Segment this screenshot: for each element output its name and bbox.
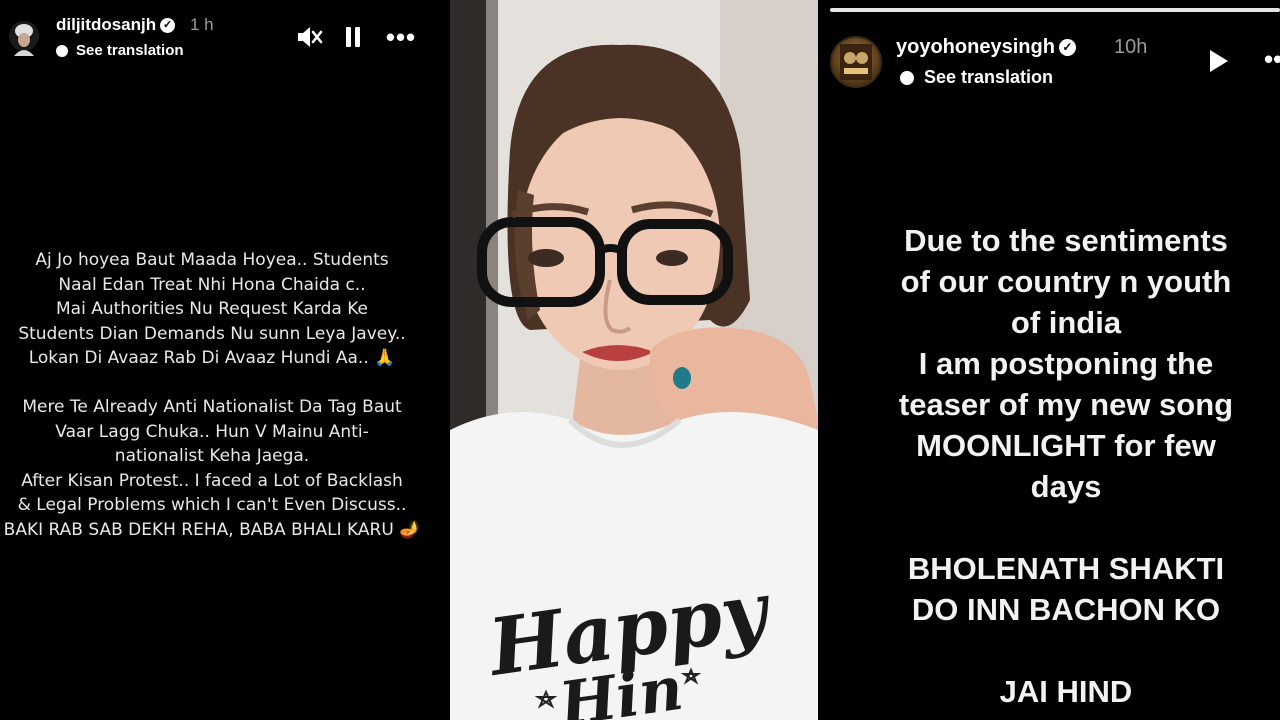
username-text[interactable]: yoyohoneysingh (896, 36, 1055, 58)
username[interactable]: yoyohoneysingh ✓ (896, 36, 1076, 59)
verified-icon: ✓ (1058, 39, 1076, 57)
mute-icon[interactable] (294, 22, 324, 52)
more-icon[interactable]: ••• (384, 22, 418, 52)
woman-portrait-image: Happy Hin (450, 0, 818, 720)
see-translation-label: See translation (76, 42, 184, 59)
username-text[interactable]: diljitdosanjh (56, 15, 156, 34)
see-translation-label: See translation (924, 67, 1054, 87)
see-translation-link[interactable]: See translation (900, 67, 1053, 88)
portrait-photo: Happy Hin (450, 0, 818, 720)
story-caption: Due to the sentiments of our country n y… (898, 223, 1234, 709)
more-icon[interactable]: ••• (1264, 44, 1280, 75)
left-story-header: diljitdosanjh ✓ 1 h See translation ••• (0, 0, 450, 70)
pause-icon[interactable] (340, 22, 366, 52)
post-time: 1 h (190, 15, 214, 34)
see-translation-link[interactable]: See translation (56, 42, 184, 59)
translate-icon (900, 70, 914, 85)
verified-icon: ✓ (160, 18, 176, 34)
play-icon[interactable] (1210, 50, 1228, 72)
story-progress-bar (1074, 8, 1202, 12)
avatar[interactable] (8, 20, 40, 60)
right-story-panel: yoyohoneysingh✓ 10h See translation ••• … (818, 0, 1280, 720)
story-caption: Aj Jo hoyea Baut Maada Hoyea.. Students … (3, 250, 421, 540)
story-progress-bar (952, 8, 1080, 12)
post-time: 10h (1114, 36, 1148, 58)
story-progress-bar (830, 8, 958, 12)
left-story-panel: diljitdosanjh ✓ 1 h See translation ••• A… (0, 0, 450, 720)
translate-icon (56, 44, 68, 57)
avatar[interactable] (830, 36, 882, 88)
story-progress-bar (1196, 8, 1280, 12)
ring (673, 367, 691, 389)
username[interactable]: diljitdosanjh ✓ (56, 15, 176, 35)
